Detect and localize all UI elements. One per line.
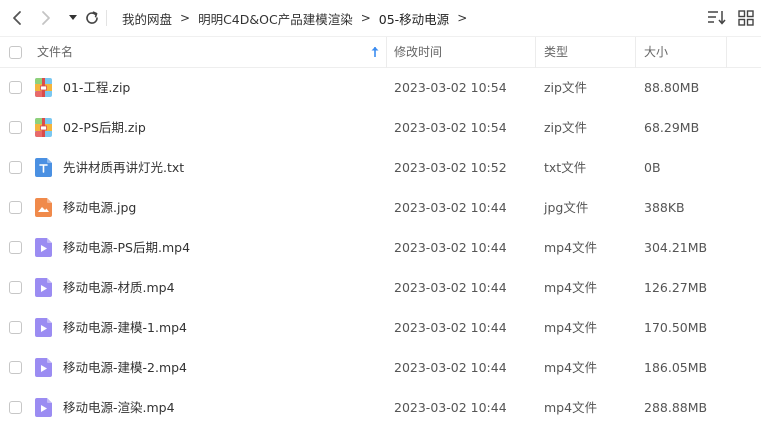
breadcrumb-item-current[interactable]: 05-移动电源	[379, 9, 449, 28]
file-modified-time: 2023-03-02 10:52	[394, 160, 507, 175]
video-icon	[35, 238, 52, 257]
table-header: 文件名 修改时间 类型 大小	[0, 36, 761, 68]
txt-icon	[35, 158, 52, 177]
file-type: zip文件	[544, 120, 587, 135]
toolbar: 我的网盘 > 明明C4D&OC产品建模渲染 > 05-移动电源 >	[0, 0, 761, 36]
image-icon	[35, 198, 52, 217]
table-row[interactable]: 移动电源-建模-1.mp4 2023-03-02 10:44 mp4文件 170.50…	[0, 308, 761, 348]
sort-ascending-icon	[371, 47, 379, 57]
caret-down-icon	[69, 15, 77, 20]
table-row[interactable]: 02-PS后期.zip 2023-03-02 10:54 zip文件 68.29MB	[0, 108, 761, 148]
row-checkbox[interactable]	[9, 241, 22, 254]
file-name[interactable]: 移动电源-渲染.mp4	[63, 388, 175, 428]
column-divider[interactable]	[726, 37, 727, 68]
file-type: mp4文件	[544, 320, 598, 335]
row-checkbox[interactable]	[9, 81, 22, 94]
video-icon	[35, 398, 52, 417]
column-header-modified[interactable]: 修改时间	[394, 37, 534, 68]
zip-icon	[35, 118, 52, 137]
file-type: mp4文件	[544, 400, 598, 415]
breadcrumb-item-root[interactable]: 我的网盘	[122, 9, 172, 28]
zip-icon	[35, 78, 52, 97]
toolbar-divider	[106, 10, 107, 26]
chevron-right-icon: >	[457, 11, 468, 25]
chevron-right-icon: >	[180, 11, 191, 25]
chevron-right-icon: >	[360, 11, 371, 25]
back-button[interactable]	[7, 8, 27, 28]
table-row[interactable]: 先讲材质再讲灯光.txt 2023-03-02 10:52 txt文件 0B	[0, 148, 761, 188]
breadcrumb: 我的网盘 > 明明C4D&OC产品建模渲染 > 05-移动电源 >	[122, 9, 475, 27]
table-row[interactable]: 移动电源-建模-2.mp4 2023-03-02 10:44 mp4文件 186.05…	[0, 348, 761, 388]
grid-icon	[738, 10, 754, 26]
file-type: txt文件	[544, 160, 587, 175]
file-size: 288.88MB	[644, 400, 708, 415]
sort-icon	[708, 11, 726, 25]
table-row[interactable]: 移动电源-渲染.mp4 2023-03-02 10:44 mp4文件 288.88MB	[0, 388, 761, 428]
file-name[interactable]: 移动电源-PS后期.mp4	[63, 228, 190, 268]
column-divider[interactable]	[386, 37, 387, 68]
file-type: zip文件	[544, 80, 587, 95]
file-name[interactable]: 01-工程.zip	[63, 68, 130, 108]
file-name[interactable]: 移动电源-建模-1.mp4	[63, 308, 187, 348]
sort-button[interactable]	[707, 9, 727, 27]
file-size: 126.27MB	[644, 280, 708, 295]
row-checkbox[interactable]	[9, 161, 22, 174]
select-all-checkbox[interactable]	[9, 46, 22, 59]
video-icon	[35, 318, 52, 337]
breadcrumb-item-course[interactable]: 明明C4D&OC产品建模渲染	[198, 9, 353, 28]
file-modified-time: 2023-03-02 10:44	[394, 320, 507, 335]
file-modified-time: 2023-03-02 10:44	[394, 200, 507, 215]
file-modified-time: 2023-03-02 10:44	[394, 280, 507, 295]
refresh-icon	[86, 11, 98, 24]
column-header-size[interactable]: 大小	[644, 37, 724, 68]
file-type: jpg文件	[544, 200, 589, 215]
video-icon	[35, 278, 52, 297]
file-type: mp4文件	[544, 280, 598, 295]
table-row[interactable]: 移动电源-材质.mp4 2023-03-02 10:44 mp4文件 126.27MB	[0, 268, 761, 308]
column-divider[interactable]	[535, 37, 536, 68]
file-size: 68.29MB	[644, 120, 700, 135]
refresh-button[interactable]	[82, 8, 102, 28]
row-checkbox[interactable]	[9, 121, 22, 134]
row-checkbox[interactable]	[9, 281, 22, 294]
column-header-name[interactable]: 文件名	[37, 37, 385, 68]
table-row[interactable]: 移动电源-PS后期.mp4 2023-03-02 10:44 mp4文件 304.21…	[0, 228, 761, 268]
grid-view-button[interactable]	[737, 9, 755, 27]
file-size: 186.05MB	[644, 360, 708, 375]
file-modified-time: 2023-03-02 10:44	[394, 240, 507, 255]
row-checkbox[interactable]	[9, 201, 22, 214]
file-name[interactable]: 移动电源.jpg	[63, 188, 136, 228]
file-size: 170.50MB	[644, 320, 708, 335]
history-dropdown-button[interactable]	[63, 8, 83, 28]
file-name[interactable]: 移动电源-建模-2.mp4	[63, 348, 187, 388]
file-size: 0B	[644, 160, 661, 175]
file-name[interactable]: 先讲材质再讲灯光.txt	[63, 148, 184, 188]
row-checkbox[interactable]	[9, 321, 22, 334]
file-modified-time: 2023-03-02 10:54	[394, 80, 507, 95]
file-modified-time: 2023-03-02 10:44	[394, 400, 507, 415]
video-icon	[35, 358, 52, 377]
file-type: mp4文件	[544, 360, 598, 375]
table-row[interactable]: 01-工程.zip 2023-03-02 10:54 zip文件 88.80MB	[0, 68, 761, 108]
chevron-right-icon	[42, 11, 50, 25]
row-checkbox[interactable]	[9, 361, 22, 374]
column-header-type[interactable]: 类型	[544, 37, 634, 68]
file-name[interactable]: 02-PS后期.zip	[63, 108, 146, 148]
file-modified-time: 2023-03-02 10:44	[394, 360, 507, 375]
file-type: mp4文件	[544, 240, 598, 255]
file-modified-time: 2023-03-02 10:54	[394, 120, 507, 135]
file-name[interactable]: 移动电源-材质.mp4	[63, 268, 175, 308]
file-size: 388KB	[644, 200, 685, 215]
row-checkbox[interactable]	[9, 401, 22, 414]
forward-button[interactable]	[36, 8, 56, 28]
file-size: 304.21MB	[644, 240, 708, 255]
chevron-left-icon	[13, 11, 21, 25]
column-divider[interactable]	[635, 37, 636, 68]
file-size: 88.80MB	[644, 80, 700, 95]
table-row[interactable]: 移动电源.jpg 2023-03-02 10:44 jpg文件 388KB	[0, 188, 761, 228]
